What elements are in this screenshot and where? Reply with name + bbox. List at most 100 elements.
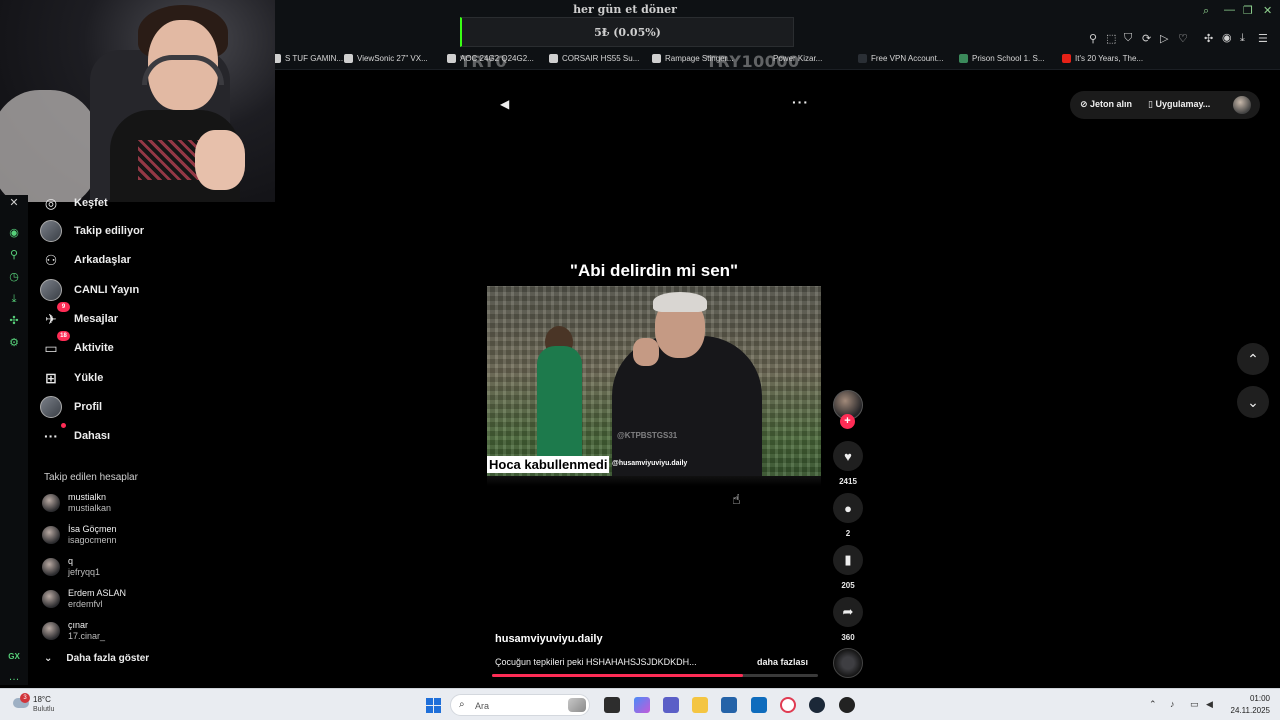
bookmark-item[interactable]: Free VPN Account... (858, 54, 943, 63)
shield-icon[interactable]: ⛉ (1124, 32, 1132, 45)
weather-description[interactable]: Bulutlu (33, 706, 54, 713)
copilot-icon[interactable] (634, 697, 650, 713)
anime-favicon-icon (959, 54, 968, 63)
followed-account[interactable]: mustialkn mustialkan (42, 492, 111, 514)
bookmark-item[interactable]: Prison School 1. S... (959, 54, 1044, 63)
task-view-icon[interactable] (604, 697, 620, 713)
followed-account[interactable]: q jefryqq1 (42, 556, 100, 578)
opera-gx-icon[interactable] (780, 697, 796, 713)
followed-account[interactable]: İsa Göçmen isagocmenn (42, 524, 117, 546)
comment-icon[interactable]: ● (833, 493, 863, 523)
like-action[interactable]: ♥ 2415 (833, 441, 863, 486)
share-action[interactable]: ➦ 360 (833, 597, 863, 642)
minimize-icon[interactable]: — (1224, 4, 1235, 16)
restore-icon[interactable]: ❐ (1243, 4, 1253, 17)
comment-action[interactable]: ● 2 (833, 493, 863, 538)
heart-icon[interactable]: ♥ (833, 441, 863, 471)
history-icon[interactable]: ◷ (6, 269, 22, 285)
translate-icon[interactable]: ⟳ (1142, 32, 1151, 45)
avatar[interactable] (1233, 96, 1251, 114)
store-icon[interactable] (721, 697, 737, 713)
downloads-icon[interactable]: ⤓ (6, 291, 22, 307)
avatar (42, 526, 60, 544)
search-highlight-icon (568, 698, 586, 712)
search-icon[interactable]: ⌕ (1203, 5, 1209, 18)
share-icon[interactable]: ➦ (833, 597, 863, 627)
bookmark-icon[interactable]: ⚲ (1089, 32, 1097, 45)
follow-plus-icon[interactable]: + (840, 414, 855, 429)
bookmark-item[interactable]: It's 20 Years, The... (1062, 54, 1143, 63)
menu-icon[interactable]: ☰ (1258, 32, 1268, 45)
windows-start-icon[interactable] (426, 698, 441, 713)
next-video-button[interactable]: ⌄ (1237, 386, 1269, 418)
profile-icon[interactable]: ◉ (1222, 31, 1232, 44)
bookmark-item[interactable]: ViewSonic 27" VX... (344, 54, 428, 63)
following-avatar-icon (40, 220, 62, 242)
get-coins-button[interactable]: ⊘ Jeton alın (1080, 99, 1132, 110)
bookmark-icon[interactable]: ▮ (833, 545, 863, 575)
steam-icon[interactable] (809, 697, 825, 713)
sidebar-item-profile[interactable]: Profil (40, 393, 102, 421)
bookmark-item[interactable]: S TUF GAMIN... (272, 54, 343, 63)
pin-icon[interactable]: ⚲ (6, 247, 22, 263)
extensions-icon[interactable]: ✣ (6, 313, 22, 329)
save-action[interactable]: ▮ 205 (833, 545, 863, 590)
get-app-button[interactable]: ▯ Uygulamay... (1148, 99, 1210, 110)
donation-goal-bar: 5₺ (0.05%) (460, 17, 794, 47)
profile-avatar-icon (40, 396, 62, 418)
obs-icon[interactable] (839, 697, 855, 713)
sidebar-item-friends[interactable]: ⚇ Arkadaşlar (40, 246, 131, 274)
previous-video-button[interactable]: ⌃ (1237, 343, 1269, 375)
show-more-button[interactable]: ⌄ Daha fazla göster (44, 653, 149, 664)
sidebar-item-messages[interactable]: ✈ 9 Mesajlar (40, 302, 118, 333)
video-progress-bar[interactable] (492, 674, 818, 677)
friends-icon: ⚇ (44, 251, 58, 268)
save-count: 205 (841, 581, 855, 590)
microphone-icon[interactable]: ♪ (1170, 699, 1175, 709)
following-accounts-title: Takip edilen hesaplar (44, 472, 138, 483)
settings-icon[interactable]: ⚙ (6, 335, 22, 351)
windows-taskbar: 3 18°C Bulutlu ⌕ Ara ⌃ ♪ ▭ ◀ 01:00 24.11… (0, 688, 1280, 720)
avatar (42, 590, 60, 608)
music-disc-icon[interactable] (833, 648, 863, 678)
extensions-icon[interactable]: ✣ (1204, 32, 1213, 45)
monitor-icon[interactable]: ▭ (1190, 699, 1199, 710)
player-icon[interactable]: ◉ (6, 225, 22, 241)
outlook-icon[interactable] (751, 697, 767, 713)
more-options-icon[interactable]: ··· (792, 94, 809, 110)
volume-icon[interactable]: ◀ (500, 97, 514, 111)
clock-date[interactable]: 24.11.2025 (1220, 706, 1270, 715)
chevron-up-icon[interactable]: ⌃ (1149, 699, 1157, 710)
volume-icon[interactable]: ◀ (1206, 699, 1213, 710)
bookmark-item[interactable]: CORSAIR HS55 Su... (549, 54, 639, 63)
sidebar-item-live[interactable]: CANLI Yayın (40, 276, 139, 304)
snapshot-icon[interactable]: ⬚ (1106, 32, 1116, 45)
close-icon[interactable]: ✕ (6, 195, 22, 211)
gx-icon[interactable]: GX (6, 649, 22, 665)
sidebar-item-more[interactable]: ··· Dahası (40, 422, 110, 450)
sidebar-item-following[interactable]: Takip ediliyor (40, 217, 144, 245)
video-player[interactable]: @KTPBSTGS31 Hoca kabullenmedi @husamviyu… (487, 286, 821, 476)
play-icon[interactable]: ▷ (1160, 32, 1168, 45)
clock-time[interactable]: 01:00 (1220, 694, 1270, 703)
sidebar-item-upload[interactable]: ⊞ Yükle (40, 364, 103, 392)
messages-icon: ✈ 9 (40, 302, 70, 330)
more-icon[interactable]: … (6, 669, 22, 685)
download-icon[interactable]: ⤓ (1240, 32, 1245, 45)
close-icon[interactable]: ✕ (1263, 4, 1272, 17)
followed-account[interactable]: çınar 17.cinar_ (42, 620, 105, 642)
teams-icon[interactable] (663, 697, 679, 713)
taskbar-search[interactable]: ⌕ Ara (450, 694, 590, 716)
browser-sidebar-rail: ✕ ◉ ⚲ ◷ ⤓ ✣ ⚙ GX … (0, 195, 28, 685)
file-explorer-icon[interactable] (692, 697, 708, 713)
post-author[interactable]: husamviyuviyu.daily (495, 633, 603, 645)
followed-account[interactable]: Erdem ASLAN erdemfvl (42, 588, 126, 610)
activity-badge: 18 (57, 331, 70, 341)
sidebar-item-activity[interactable]: ▭ 18 Aktivite (40, 331, 114, 362)
donation-goal-title: her gün et döner (573, 3, 677, 16)
sidebar-item-explore[interactable]: ◎ Keşfet (40, 189, 108, 217)
see-more-link[interactable]: daha fazlası (757, 657, 808, 667)
weather-temperature[interactable]: 18°C (33, 695, 51, 704)
heart-icon[interactable]: ♡ (1178, 32, 1188, 45)
live-avatar-icon (40, 279, 62, 301)
